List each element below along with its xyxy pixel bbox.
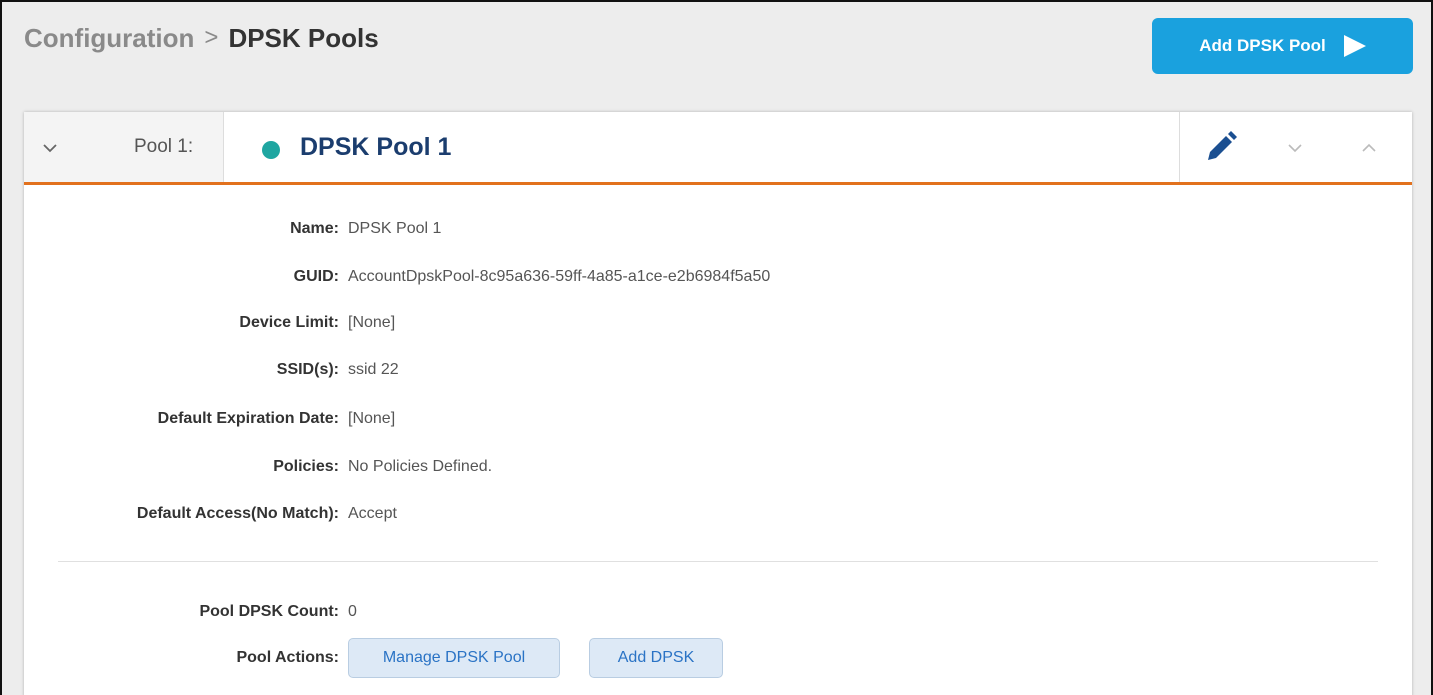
add-dpsk-pool-button[interactable]: Add DPSK Pool	[1152, 18, 1413, 74]
field-value: No Policies Defined.	[348, 458, 493, 475]
chevron-up-icon[interactable]	[1358, 137, 1380, 159]
manage-dpsk-pool-button[interactable]: Manage DPSK Pool	[348, 638, 560, 678]
field-device-limit: Device Limit: [None]	[24, 311, 395, 335]
add-dpsk-pool-label: Add DPSK Pool	[1199, 36, 1326, 55]
field-value: [None]	[348, 410, 396, 427]
field-value: [None]	[348, 314, 396, 331]
pool-header-actions	[1179, 112, 1412, 182]
field-label: Policies:	[273, 458, 339, 475]
field-label: Name:	[290, 220, 339, 237]
breadcrumb-separator: >	[204, 24, 219, 51]
field-default-access: Default Access(No Match): Accept	[24, 502, 397, 526]
pool-card: Pool 1: DPSK Pool 1 Name: DPSK Pool 1 GU…	[24, 112, 1412, 695]
field-label: Device Limit:	[239, 314, 339, 331]
app-frame: Configuration > DPSK Pools Add DPSK Pool…	[0, 0, 1433, 695]
page-title: DPSK Pools	[228, 22, 379, 53]
field-default-expiration-date: Default Expiration Date: [None]	[24, 407, 396, 431]
field-label: Pool Actions:	[236, 649, 339, 666]
field-pool-dpsk-count: Pool DPSK Count: 0	[24, 600, 357, 624]
field-label: Pool DPSK Count:	[199, 603, 339, 620]
pool-header-left: Pool 1:	[24, 112, 224, 182]
field-policies: Policies: No Policies Defined.	[24, 455, 492, 479]
field-ssids: SSID(s): ssid 22	[24, 358, 399, 382]
status-dot	[262, 141, 280, 159]
field-value: DPSK Pool 1	[348, 220, 442, 237]
field-label: Default Access(No Match):	[136, 505, 339, 522]
field-label: Default Expiration Date:	[157, 410, 339, 427]
divider	[58, 561, 1378, 562]
pool-title: DPSK Pool 1	[300, 133, 452, 161]
field-value: ssid 22	[348, 361, 399, 378]
breadcrumb: Configuration > DPSK Pools	[24, 18, 379, 58]
field-value: AccountDpskPool-8c95a636-59ff-4a85-a1ce-…	[348, 268, 771, 285]
field-label: SSID(s):	[276, 361, 339, 378]
field-pool-actions: Pool Actions:	[24, 646, 339, 670]
pool-index-label: Pool 1:	[134, 136, 194, 157]
chevron-down-icon[interactable]	[38, 136, 62, 160]
field-value: Accept	[348, 505, 397, 522]
pencil-icon[interactable]	[1204, 130, 1238, 164]
pool-header: Pool 1: DPSK Pool 1	[24, 112, 1412, 185]
field-value: 0	[348, 603, 357, 620]
field-label: GUID:	[293, 268, 339, 285]
field-guid: GUID: AccountDpskPool-8c95a636-59ff-4a85…	[24, 265, 771, 289]
add-dpsk-button[interactable]: Add DPSK	[589, 638, 723, 678]
play-icon	[1343, 35, 1366, 57]
field-name: Name: DPSK Pool 1	[24, 217, 441, 241]
breadcrumb-configuration[interactable]: Configuration	[24, 23, 194, 54]
chevron-down-icon[interactable]	[1284, 137, 1306, 159]
